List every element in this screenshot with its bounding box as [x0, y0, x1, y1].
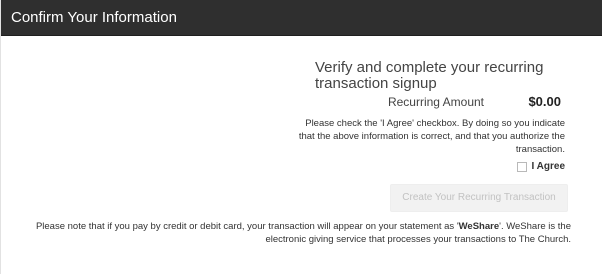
panel-title: Confirm Your Information — [11, 9, 177, 26]
panel-body: Verify and complete your recurring trans… — [1, 36, 602, 274]
confirm-information-page: Confirm Your Information Verify and comp… — [0, 0, 602, 274]
agree-instructions: Please check the 'I Agree' checkbox. By … — [298, 118, 565, 155]
section-title: Verify and complete your recurring trans… — [315, 59, 544, 92]
create-recurring-transaction-button[interactable]: Create Your Recurring Transaction — [390, 184, 568, 212]
recurring-amount-label: Recurring Amount — [387, 95, 484, 109]
recurring-amount-value: $0.00 — [528, 94, 561, 109]
statement-note-prefix: Please note that if you pay by credit or… — [35, 221, 459, 232]
agree-label[interactable]: I Agree — [531, 161, 565, 172]
statement-note: Please note that if you pay by credit or… — [11, 220, 571, 246]
statement-note-brand: WeShare — [458, 221, 500, 232]
agree-control[interactable]: I Agree — [517, 161, 565, 172]
agree-checkbox[interactable] — [517, 161, 528, 172]
panel-header: Confirm Your Information — [1, 0, 602, 36]
